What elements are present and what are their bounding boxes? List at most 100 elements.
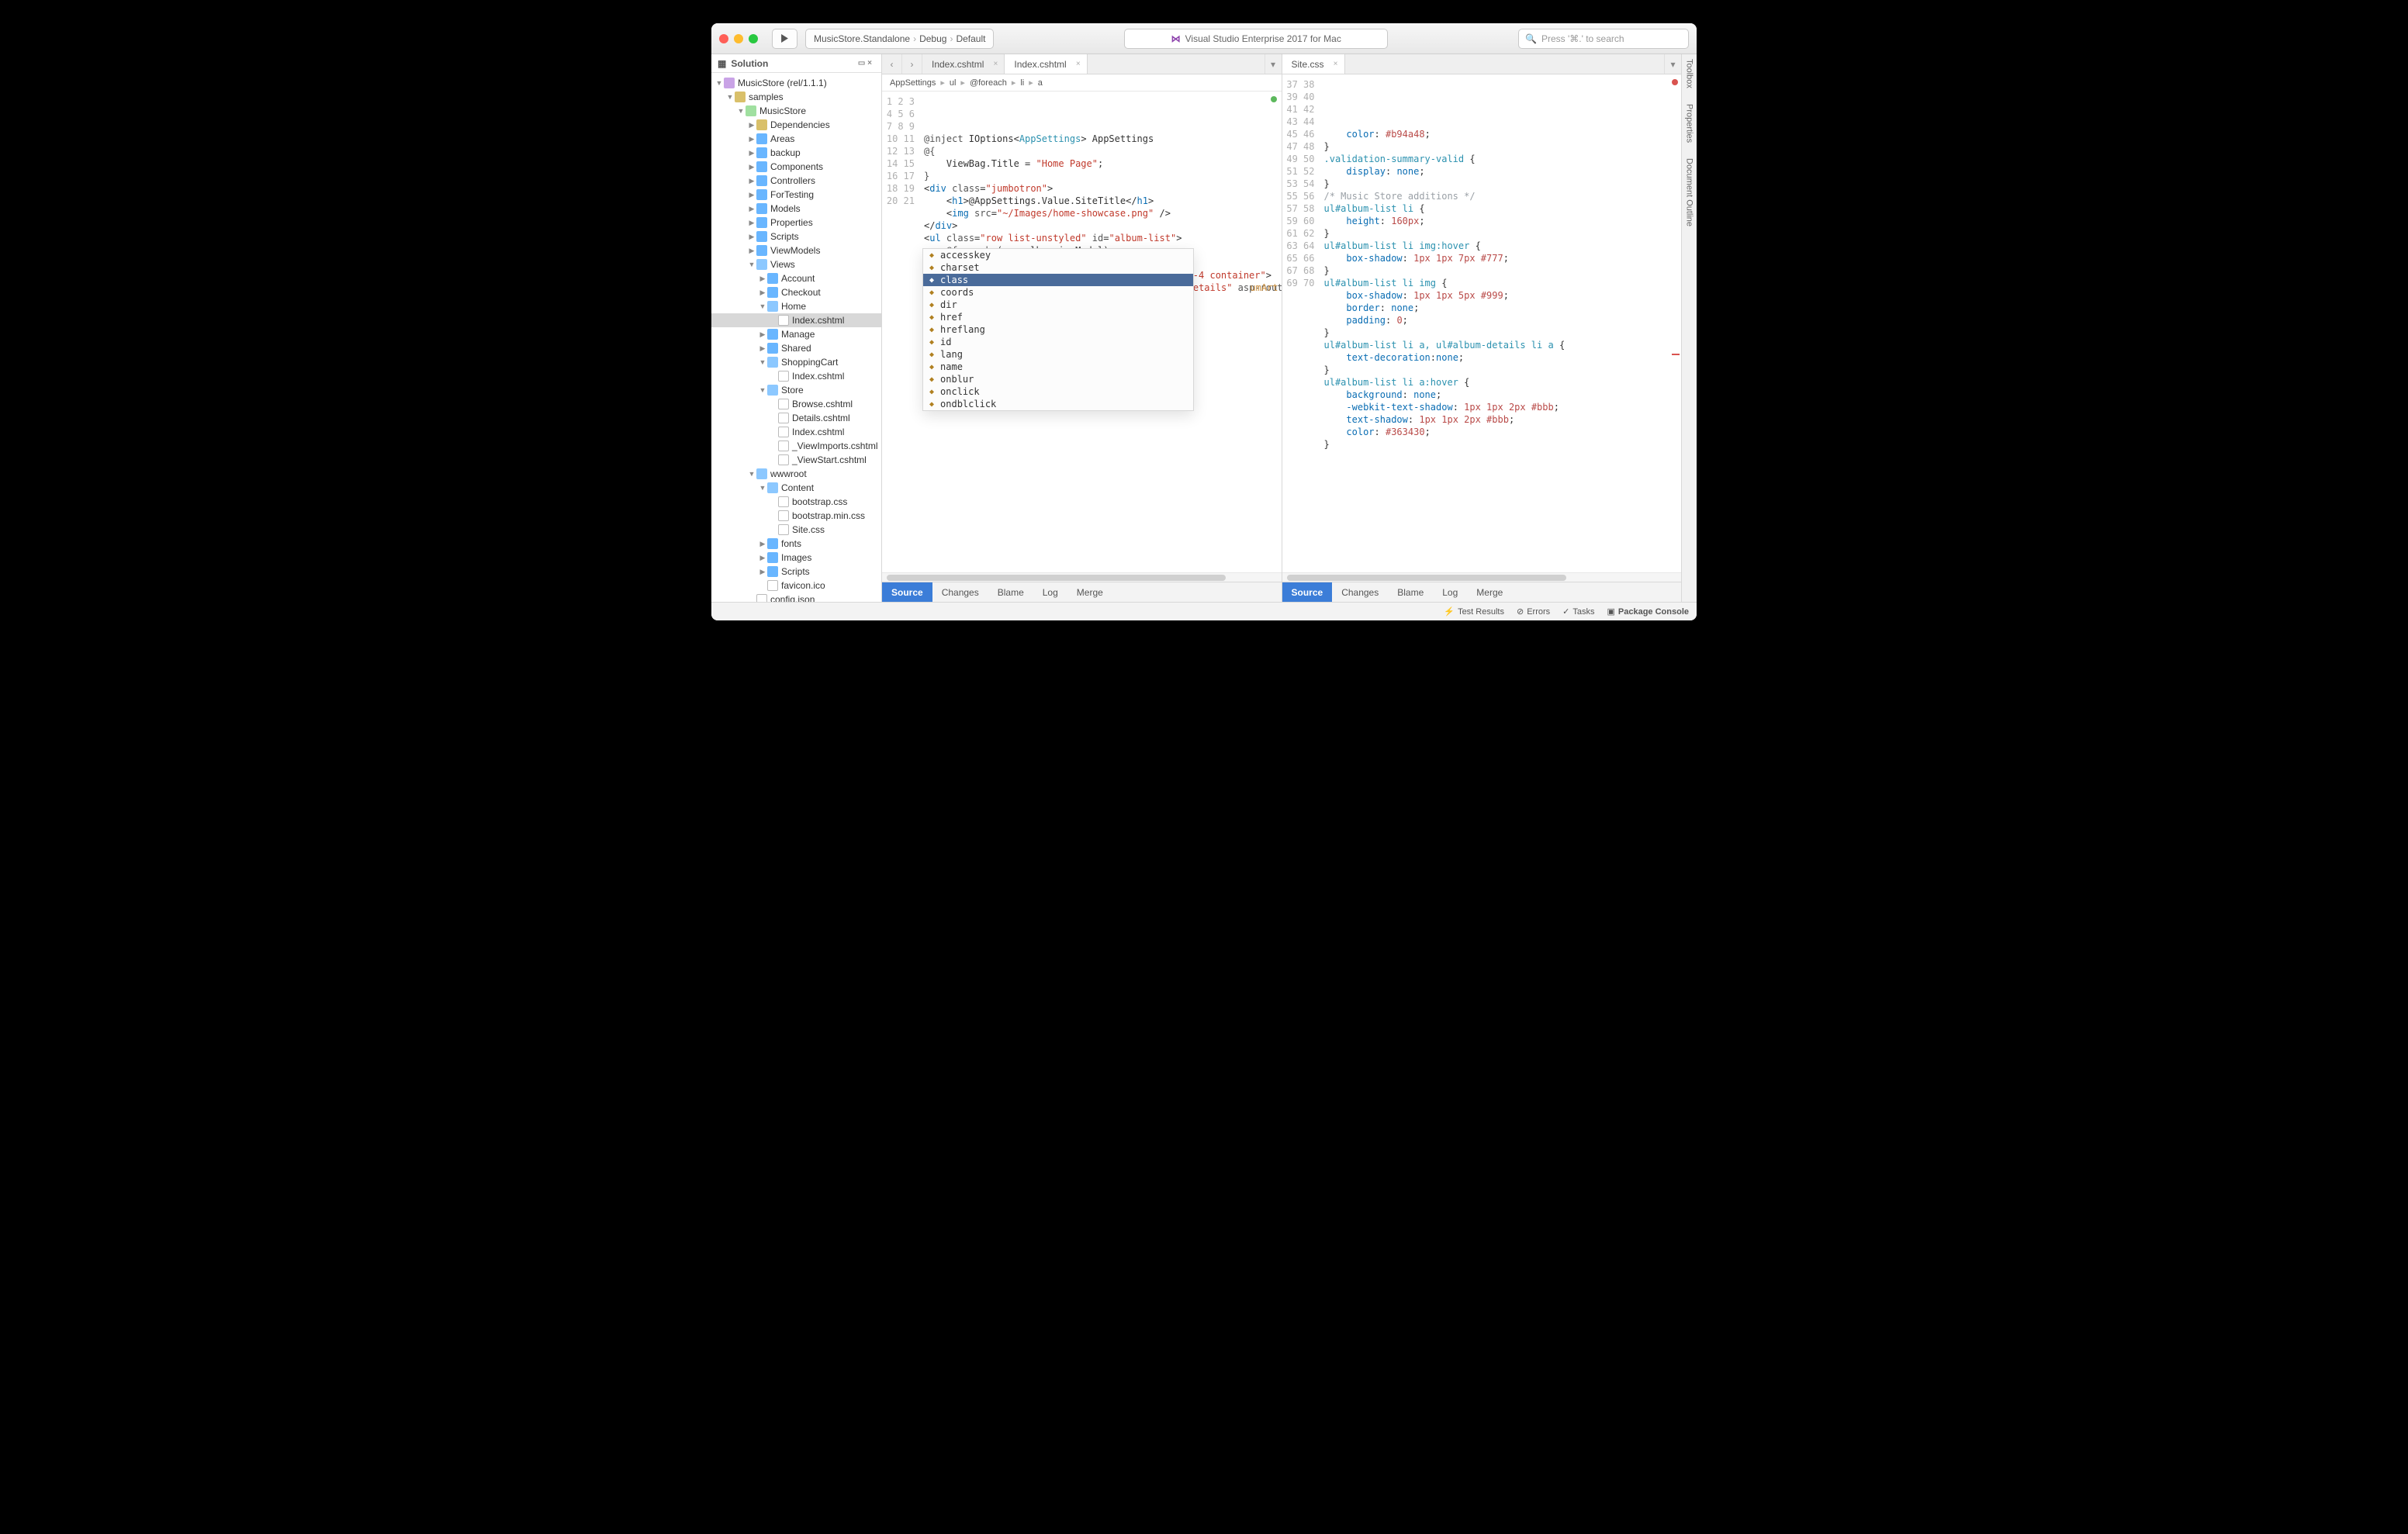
tree-folder[interactable]: ▶Scripts bbox=[711, 565, 881, 579]
tree-file[interactable]: Details.cshtml bbox=[711, 411, 881, 425]
tree-folder[interactable]: ▶Checkout bbox=[711, 285, 881, 299]
autocomplete-item[interactable]: ◆dir bbox=[923, 299, 1193, 311]
horizontal-scrollbar[interactable] bbox=[1282, 572, 1682, 582]
close-tab-icon[interactable]: × bbox=[1076, 60, 1081, 68]
breadcrumb-item[interactable]: li bbox=[1020, 78, 1024, 88]
tree-file[interactable]: Index.cshtml bbox=[711, 313, 881, 327]
autocomplete-item[interactable]: ◆class bbox=[923, 274, 1193, 286]
autocomplete-item[interactable]: ◆hreflang bbox=[923, 323, 1193, 336]
autocomplete-item[interactable]: ◆onblur bbox=[923, 373, 1193, 385]
autocomplete-item[interactable]: ◆name bbox=[923, 361, 1193, 373]
tree-file[interactable]: bootstrap.css bbox=[711, 495, 881, 509]
status-error-icon bbox=[1672, 79, 1678, 85]
tree-file[interactable]: _ViewStart.cshtml bbox=[711, 453, 881, 467]
project-icon bbox=[746, 105, 756, 116]
tree-folder[interactable]: ▶Manage bbox=[711, 327, 881, 341]
solution-root[interactable]: ▼ MusicStore (rel/1.1.1) bbox=[711, 76, 881, 90]
run-button[interactable] bbox=[772, 29, 797, 49]
toolbox-pad[interactable]: Toolbox bbox=[1685, 59, 1694, 88]
view-tab-source[interactable]: Source bbox=[1282, 582, 1333, 602]
tree-folder[interactable]: ▶fonts bbox=[711, 537, 881, 551]
tree-folder[interactable]: ▶backup bbox=[711, 146, 881, 160]
tree-folder[interactable]: ▶Shared bbox=[711, 341, 881, 355]
close-tab-icon[interactable]: × bbox=[1334, 60, 1338, 68]
panel-options-icon[interactable]: ▭ × bbox=[855, 59, 875, 67]
tree-folder[interactable]: ▼Views bbox=[711, 257, 881, 271]
tree-folder[interactable]: ▶Account bbox=[711, 271, 881, 285]
tree-folder[interactable]: ▶Dependencies bbox=[711, 118, 881, 132]
view-tab-merge[interactable]: Merge bbox=[1067, 582, 1112, 602]
view-tab-log[interactable]: Log bbox=[1433, 582, 1467, 602]
tree-file[interactable]: Index.cshtml bbox=[711, 369, 881, 383]
nav-back-button[interactable]: ‹ bbox=[882, 54, 902, 74]
view-tab-changes[interactable]: Changes bbox=[932, 582, 988, 602]
view-tab-log[interactable]: Log bbox=[1033, 582, 1067, 602]
breadcrumb-item[interactable]: a bbox=[1038, 78, 1043, 88]
tree-folder[interactable]: ▶Images bbox=[711, 551, 881, 565]
autocomplete-item[interactable]: ◆ondblclick bbox=[923, 398, 1193, 410]
nav-forward-button[interactable]: › bbox=[902, 54, 922, 74]
breadcrumb-item[interactable]: AppSettings bbox=[890, 78, 936, 88]
tree-label: Checkout bbox=[781, 287, 821, 298]
tree-file[interactable]: Site.css bbox=[711, 523, 881, 537]
tab-overflow-button[interactable]: ▾ bbox=[1265, 54, 1282, 74]
editor-tab[interactable]: Index.cshtml× bbox=[922, 54, 1005, 74]
editor-tab[interactable]: Index.cshtml× bbox=[1005, 54, 1087, 74]
run-target-selector[interactable]: MusicStore.Standalone › Debug › Default bbox=[805, 29, 994, 49]
tree-folder[interactable]: ▼Content bbox=[711, 481, 881, 495]
autocomplete-item[interactable]: ◆charset bbox=[923, 261, 1193, 274]
tree-folder[interactable]: ▶ForTesting bbox=[711, 188, 881, 202]
global-search[interactable]: 🔍 Press '⌘.' to search bbox=[1518, 29, 1689, 49]
package-console-button[interactable]: ▣Package Console bbox=[1607, 606, 1690, 617]
tree-file[interactable]: bootstrap.min.css bbox=[711, 509, 881, 523]
view-tab-source[interactable]: Source bbox=[882, 582, 932, 602]
tree-file[interactable]: favicon.ico bbox=[711, 579, 881, 593]
tree-folder[interactable]: ▶Areas bbox=[711, 132, 881, 146]
tree-file[interactable]: _ViewImports.cshtml bbox=[711, 439, 881, 453]
breadcrumb-item[interactable]: @foreach bbox=[970, 78, 1007, 88]
autocomplete-item[interactable]: ◆coords bbox=[923, 286, 1193, 299]
autocomplete-item[interactable]: ◆accesskey bbox=[923, 249, 1193, 261]
tree-folder[interactable]: ▼ShoppingCart bbox=[711, 355, 881, 369]
tree-label: MusicStore bbox=[759, 105, 806, 116]
solution-tree[interactable]: ▼ MusicStore (rel/1.1.1) ▼samples▼MusicS… bbox=[711, 73, 881, 602]
code-area[interactable]: color: #b94a48;}.validation-summary-vali… bbox=[1321, 74, 1682, 572]
view-tab-merge[interactable]: Merge bbox=[1467, 582, 1512, 602]
errors-button[interactable]: ⊘Errors bbox=[1517, 606, 1550, 617]
autocomplete-item[interactable]: ◆id bbox=[923, 336, 1193, 348]
tree-folder[interactable]: ▶Models bbox=[711, 202, 881, 216]
tab-overflow-button[interactable]: ▾ bbox=[1664, 54, 1681, 74]
tree-folder[interactable]: ▶Scripts bbox=[711, 230, 881, 244]
tree-folder[interactable]: ▼Home bbox=[711, 299, 881, 313]
view-tab-blame[interactable]: Blame bbox=[1388, 582, 1433, 602]
minimize-icon[interactable] bbox=[734, 34, 743, 43]
autocomplete-item[interactable]: ◆onclick bbox=[923, 385, 1193, 398]
zoom-icon[interactable] bbox=[749, 34, 758, 43]
tree-folder[interactable]: ▶Controllers bbox=[711, 174, 881, 188]
tree-folder[interactable]: ▶ViewModels bbox=[711, 244, 881, 257]
tasks-button[interactable]: ✓Tasks bbox=[1562, 606, 1594, 617]
tree-folder[interactable]: ▶Properties bbox=[711, 216, 881, 230]
tree-file[interactable]: config.json bbox=[711, 593, 881, 602]
tree-file[interactable]: Browse.cshtml bbox=[711, 397, 881, 411]
autocomplete-item[interactable]: ◆href bbox=[923, 311, 1193, 323]
intellisense-popup[interactable]: ◆accesskey◆charset◆class◆coords◆dir◆href… bbox=[922, 248, 1194, 411]
breadcrumb-item[interactable]: ul bbox=[950, 78, 957, 88]
tree-folder[interactable]: ▶Components bbox=[711, 160, 881, 174]
horizontal-scrollbar[interactable] bbox=[882, 572, 1282, 582]
tree-folder[interactable]: ▼Store bbox=[711, 383, 881, 397]
document-outline-pad[interactable]: Document Outline bbox=[1685, 158, 1694, 226]
close-tab-icon[interactable]: × bbox=[994, 60, 998, 68]
tree-folder[interactable]: ▼samples bbox=[711, 90, 881, 104]
autocomplete-item[interactable]: ◆lang bbox=[923, 348, 1193, 361]
view-tab-changes[interactable]: Changes bbox=[1332, 582, 1388, 602]
editor-tab[interactable]: Site.css× bbox=[1282, 54, 1345, 74]
tree-folder[interactable]: ▼MusicStore bbox=[711, 104, 881, 118]
view-tab-blame[interactable]: Blame bbox=[988, 582, 1033, 602]
properties-pad[interactable]: Properties bbox=[1685, 104, 1694, 143]
tree-folder[interactable]: ▼wwwroot bbox=[711, 467, 881, 481]
close-icon[interactable] bbox=[719, 34, 728, 43]
tree-file[interactable]: Index.cshtml bbox=[711, 425, 881, 439]
editor-breadcrumb[interactable]: AppSettings▸ul▸@foreach▸li▸a bbox=[882, 74, 1282, 92]
test-results-button[interactable]: ⚡Test Results bbox=[1444, 606, 1504, 617]
